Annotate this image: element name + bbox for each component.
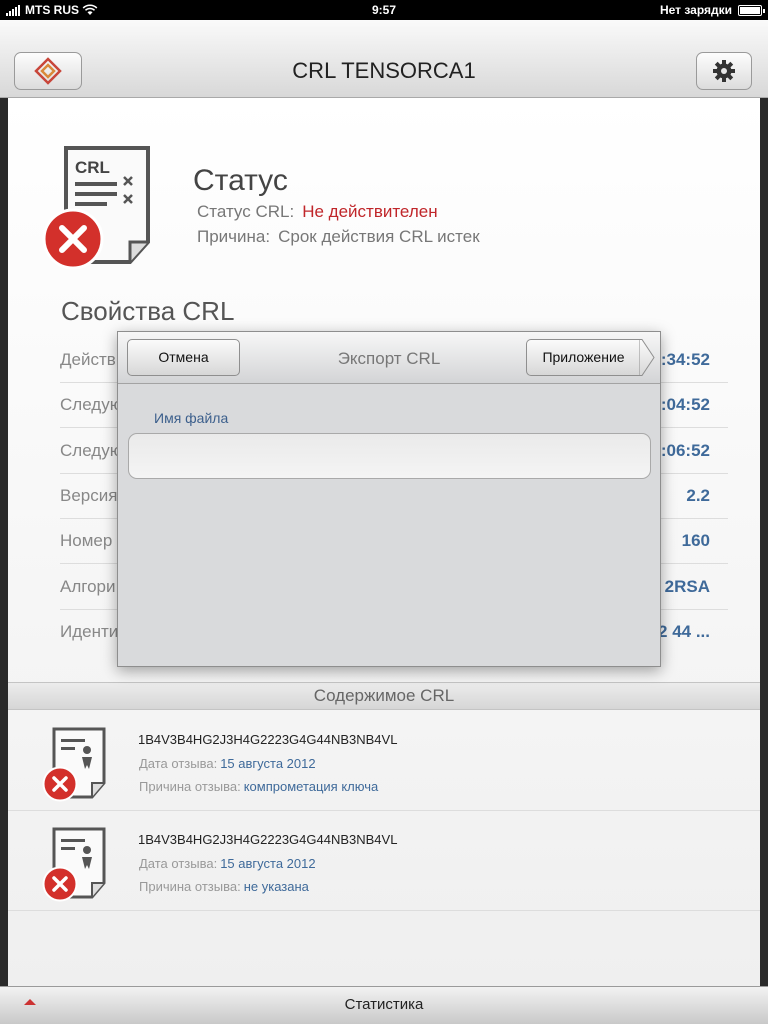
status-title: Статус bbox=[193, 164, 288, 197]
revocation-reason-value: не указана bbox=[243, 879, 309, 894]
property-label: Иденти bbox=[60, 622, 119, 641]
revoked-certificate-item[interactable]: 1B4V3B4HG2J3H4G2223G4G44NB3NB4VL Дата от… bbox=[8, 711, 760, 811]
revocation-date-line: Дата отзыва: 15 августа 2012 bbox=[139, 856, 316, 871]
reason-value: Срок действия CRL истек bbox=[278, 227, 480, 246]
revocation-date-value: 15 августа 2012 bbox=[220, 856, 316, 871]
error-icon bbox=[42, 866, 78, 902]
revocation-reason-label: Причина отзыва: bbox=[139, 779, 241, 794]
crl-status-value: Не действителен bbox=[302, 202, 438, 221]
revocation-date-label: Дата отзыва: bbox=[139, 756, 218, 771]
property-value: 2RSA bbox=[664, 577, 710, 596]
application-button[interactable]: Приложение bbox=[526, 339, 640, 376]
battery-info: Нет зарядки bbox=[659, 3, 765, 17]
crl-status-line: Статус CRL: Не действителен bbox=[197, 202, 438, 222]
page-title: CRL TENSORCA1 bbox=[292, 58, 476, 83]
revoked-certificate-item[interactable]: 1B4V3B4HG2J3H4G2223G4G44NB3NB4VL Дата от… bbox=[8, 811, 760, 911]
error-icon bbox=[42, 766, 78, 802]
revocation-reason-value: компрометация ключа bbox=[243, 779, 379, 794]
property-value: 2 44 ... bbox=[658, 622, 710, 641]
contents-section-header: Содержимое CRL bbox=[8, 682, 760, 710]
property-value: :04:52 bbox=[660, 395, 710, 414]
property-label: Номер bbox=[60, 531, 113, 550]
property-label: Следую bbox=[60, 441, 123, 460]
gear-icon bbox=[713, 60, 735, 82]
revocation-reason-label: Причина отзыва: bbox=[139, 879, 241, 894]
property-label: Следую bbox=[60, 395, 123, 414]
property-value: 160 bbox=[681, 531, 710, 550]
filename-label: Имя файла bbox=[154, 410, 229, 426]
statistics-bar[interactable]: Статистика bbox=[0, 986, 768, 1024]
dialog-toolbar: Отмена Экспорт CRL Приложение bbox=[118, 332, 660, 384]
revocation-date-label: Дата отзыва: bbox=[139, 856, 218, 871]
revocation-date-line: Дата отзыва: 15 августа 2012 bbox=[139, 756, 316, 771]
property-value: :06:52 bbox=[660, 441, 710, 460]
battery-icon bbox=[738, 4, 765, 16]
crl-status-label: Статус CRL: bbox=[197, 202, 295, 221]
property-label: Алгори bbox=[60, 577, 116, 596]
certificate-serial: 1B4V3B4HG2J3H4G2223G4G44NB3NB4VL bbox=[138, 732, 398, 747]
status-bar: MTS RUS 9:57 Нет зарядки bbox=[0, 0, 768, 20]
error-icon bbox=[42, 208, 104, 270]
statistics-label: Статистика bbox=[344, 996, 424, 1013]
reason-line: Причина: Срок действия CRL истек bbox=[197, 227, 480, 247]
filename-input[interactable] bbox=[128, 433, 651, 479]
property-value: 2.2 bbox=[686, 486, 710, 505]
svg-text:CRL: CRL bbox=[75, 158, 110, 177]
clock: 9:57 bbox=[371, 3, 397, 17]
revocation-reason-line: Причина отзыва: не указана bbox=[139, 879, 309, 894]
revocation-date-value: 15 августа 2012 bbox=[220, 756, 316, 771]
battery-status: Нет зарядки bbox=[659, 3, 732, 17]
export-crl-dialog: Отмена Экспорт CRL Приложение Имя файла bbox=[117, 331, 661, 667]
forward-arrow-shape[interactable] bbox=[639, 339, 655, 376]
certificate-serial: 1B4V3B4HG2J3H4G2223G4G44NB3NB4VL bbox=[138, 832, 398, 847]
properties-title: Свойства CRL bbox=[61, 296, 235, 326]
navigation-bar: CRL TENSORCA1 bbox=[0, 20, 768, 98]
revocation-reason-line: Причина отзыва: компрометация ключа bbox=[139, 779, 378, 794]
reason-label: Причина: bbox=[197, 227, 271, 246]
property-label: Версия bbox=[60, 486, 118, 505]
property-value: :34:52 bbox=[660, 350, 710, 369]
property-label: Действ bbox=[60, 350, 116, 369]
settings-button[interactable] bbox=[696, 52, 752, 90]
